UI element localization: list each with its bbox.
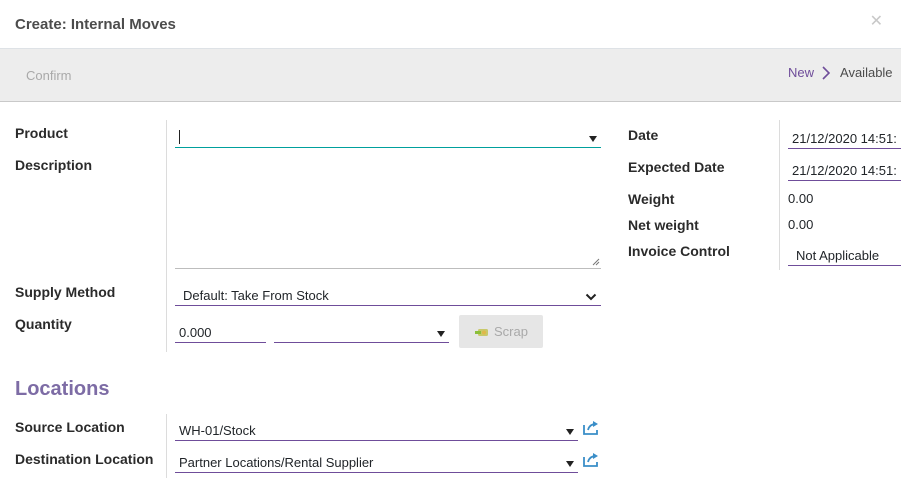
status-new[interactable]: New [788,65,814,80]
description-label: Description [15,157,93,173]
right-group-divider [779,120,780,270]
chevron-down-icon [585,293,597,301]
supply-method-label: Supply Method [15,284,116,300]
external-link-icon[interactable] [582,420,600,436]
create-internal-moves-dialog: Create: Internal Moves ✕ Confirm New Ava… [0,0,901,493]
source-location-select[interactable]: WH-01/Stock [175,416,578,441]
invoice-control-select[interactable]: Not Applicable [788,241,901,266]
scrap-label: Scrap [494,324,528,339]
locations-section-title: Locations [15,378,110,400]
expected-date-input[interactable]: 21/12/2020 14:51: [788,156,901,181]
weight-value: 0.00 [788,191,814,206]
status-bar: New Available [788,65,893,80]
date-label: Date [628,127,659,143]
destination-location-label: Destination Location [15,451,154,467]
caret-down-icon[interactable] [589,136,597,142]
net-weight-value: 0.00 [788,217,814,232]
invoice-control-label: Invoice Control [628,243,730,259]
dialog-header: Create: Internal Moves ✕ [0,0,901,49]
description-textarea[interactable] [175,152,601,269]
control-bar: Confirm New Available [0,49,901,102]
status-available[interactable]: Available [840,65,893,80]
left-group-divider [166,120,167,352]
caret-down-icon[interactable] [566,429,574,435]
supply-method-select[interactable]: Default: Take From Stock [175,282,601,306]
locations-divider [166,414,167,478]
expected-date-label: Expected Date [628,159,725,175]
uom-select[interactable] [274,318,449,343]
confirm-button[interactable]: Confirm [12,62,86,88]
product-label: Product [15,125,68,141]
product-input[interactable] [175,124,601,148]
text-cursor [179,130,180,144]
quantity-label: Quantity [15,316,72,332]
close-icon[interactable]: ✕ [870,11,883,31]
external-link-icon[interactable] [582,452,600,468]
caret-down-icon[interactable] [566,461,574,467]
caret-down-icon[interactable] [437,331,445,337]
scrap-icon [475,328,489,336]
destination-location-select[interactable]: Partner Locations/Rental Supplier [175,448,578,473]
resize-grip-icon[interactable] [592,258,600,266]
source-location-label: Source Location [15,419,125,435]
scrap-button[interactable]: Scrap [459,315,543,348]
chevron-right-icon [822,65,831,80]
net-weight-label: Net weight [628,217,699,233]
quantity-input[interactable]: 0.000 [175,318,266,343]
dialog-title: Create: Internal Moves [15,15,176,33]
weight-label: Weight [628,191,675,207]
date-input[interactable]: 21/12/2020 14:51: [788,124,901,149]
